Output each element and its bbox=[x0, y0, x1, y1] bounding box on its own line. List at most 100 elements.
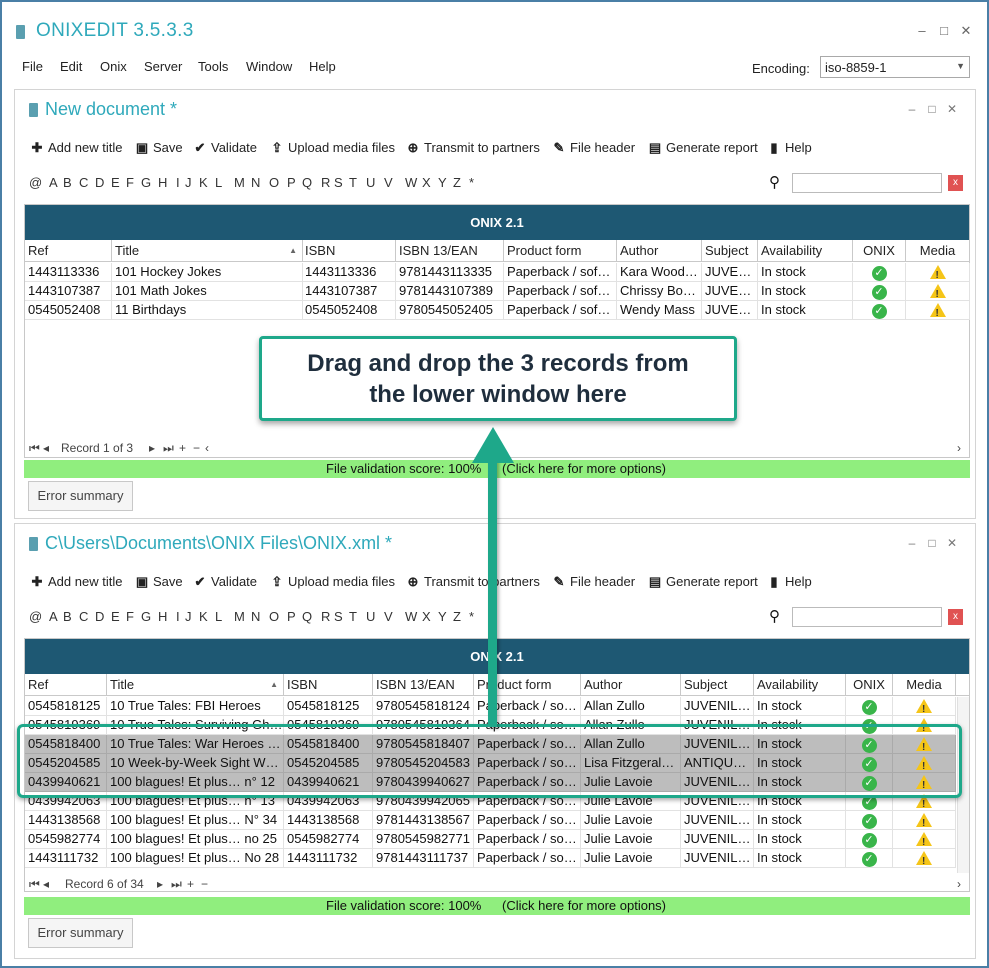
column-header-subject[interactable]: Subject bbox=[702, 240, 758, 262]
column-header-availability[interactable]: Availability bbox=[758, 240, 853, 262]
remove-record-icon[interactable]: − bbox=[201, 877, 208, 891]
close-icon[interactable]: ✕ bbox=[959, 24, 973, 38]
letter-filter[interactable]: T bbox=[349, 609, 357, 624]
letter-filter[interactable]: O bbox=[269, 609, 279, 624]
minimize-icon[interactable]: – bbox=[905, 536, 919, 550]
letter-filter[interactable]: B bbox=[63, 609, 72, 624]
validate-button[interactable]: ✔ Validate bbox=[192, 574, 257, 590]
generate-report-button[interactable]: ▤ Generate report bbox=[647, 140, 758, 156]
last-record-icon[interactable]: ⏭ bbox=[171, 877, 182, 892]
letter-filter[interactable]: G bbox=[141, 609, 151, 624]
letter-filter[interactable]: S bbox=[334, 175, 343, 190]
add-new-title-button[interactable]: ✚ Add new title bbox=[29, 140, 123, 156]
column-header-isbn-13-ean[interactable]: ISBN 13/EAN bbox=[373, 674, 474, 696]
letter-filter[interactable]: H bbox=[158, 175, 167, 190]
letter-filter[interactable]: O bbox=[269, 175, 279, 190]
letter-filter[interactable]: W bbox=[405, 175, 417, 190]
letter-filter[interactable]: E bbox=[111, 175, 120, 190]
letter-filter[interactable]: * bbox=[469, 175, 474, 190]
close-icon[interactable]: ✕ bbox=[945, 536, 959, 550]
close-icon[interactable]: ✕ bbox=[945, 102, 959, 116]
next-record-icon[interactable]: ▸ bbox=[149, 441, 155, 455]
column-header-ref[interactable]: Ref bbox=[25, 240, 112, 262]
letter-filter[interactable]: A bbox=[49, 175, 58, 190]
first-record-icon[interactable]: ⏮ bbox=[29, 441, 40, 456]
letter-filter[interactable]: B bbox=[63, 175, 72, 190]
save-button[interactable]: ▣ Save bbox=[134, 574, 183, 590]
letter-filter[interactable]: L bbox=[215, 609, 222, 624]
letter-filter[interactable]: P bbox=[287, 609, 296, 624]
letter-filter[interactable]: Z bbox=[453, 175, 461, 190]
file-header-button[interactable]: ✎ File header bbox=[551, 140, 636, 156]
help-button[interactable]: ▮ Help bbox=[766, 574, 811, 590]
column-header-onix[interactable]: ONIX bbox=[846, 674, 893, 696]
minimize-icon[interactable]: – bbox=[905, 102, 919, 116]
first-record-icon[interactable]: ⏮ bbox=[29, 877, 40, 892]
letter-filter[interactable]: T bbox=[349, 175, 357, 190]
validation-bar[interactable]: File validation score: 100% (Click here … bbox=[24, 897, 970, 915]
menu-server[interactable]: Server bbox=[144, 59, 182, 74]
upload-media-button[interactable]: ⇪ Upload media files bbox=[269, 140, 395, 156]
letter-filter[interactable]: I bbox=[176, 609, 180, 624]
transmit-button[interactable]: ⊕ Transmit to partners bbox=[405, 574, 540, 590]
last-record-icon[interactable]: ⏭ bbox=[163, 441, 174, 456]
letter-filter[interactable]: K bbox=[199, 175, 208, 190]
maximize-icon[interactable]: □ bbox=[937, 24, 951, 38]
validation-link[interactable]: (Click here for more options) bbox=[502, 460, 666, 478]
add-record-icon[interactable]: + bbox=[179, 441, 186, 455]
letter-filter[interactable]: Y bbox=[438, 175, 447, 190]
letter-filter[interactable]: M bbox=[234, 175, 245, 190]
letter-filter[interactable]: M bbox=[234, 609, 245, 624]
letter-filter[interactable]: Z bbox=[453, 609, 461, 624]
letter-filter[interactable]: N bbox=[251, 609, 260, 624]
letter-filter[interactable]: @ bbox=[29, 609, 42, 624]
letter-filter[interactable]: A bbox=[49, 609, 58, 624]
generate-report-button[interactable]: ▤ Generate report bbox=[647, 574, 758, 590]
letter-filter[interactable]: R bbox=[321, 609, 330, 624]
scroll-right-icon[interactable]: › bbox=[957, 877, 961, 891]
letter-filter[interactable]: I bbox=[176, 175, 180, 190]
column-header-product-form[interactable]: Product form bbox=[504, 240, 617, 262]
maximize-icon[interactable]: □ bbox=[925, 102, 939, 116]
letter-filter[interactable]: U bbox=[366, 175, 375, 190]
letter-filter[interactable]: J bbox=[185, 609, 192, 624]
column-header-isbn-13-ean[interactable]: ISBN 13/EAN bbox=[396, 240, 504, 262]
column-header-availability[interactable]: Availability bbox=[754, 674, 846, 696]
clear-search-button[interactable]: x bbox=[948, 175, 963, 191]
column-header-subject[interactable]: Subject bbox=[681, 674, 754, 696]
scroll-left-icon[interactable]: ‹ bbox=[205, 441, 209, 455]
letter-filter[interactable]: E bbox=[111, 609, 120, 624]
letter-filter[interactable]: Q bbox=[302, 175, 312, 190]
search-input[interactable] bbox=[792, 607, 942, 627]
validation-link[interactable]: (Click here for more options) bbox=[502, 897, 666, 915]
letter-filter[interactable]: N bbox=[251, 175, 260, 190]
letter-filter[interactable]: L bbox=[215, 175, 222, 190]
next-record-icon[interactable]: ▸ bbox=[157, 877, 163, 891]
transmit-button[interactable]: ⊕ Transmit to partners bbox=[405, 140, 540, 156]
scroll-right-icon[interactable]: › bbox=[957, 441, 961, 455]
letter-filter[interactable]: D bbox=[95, 175, 104, 190]
minimize-icon[interactable]: – bbox=[915, 24, 929, 38]
letter-filter[interactable]: Q bbox=[302, 609, 312, 624]
error-summary-button[interactable]: Error summary bbox=[28, 481, 133, 511]
letter-filter[interactable]: @ bbox=[29, 175, 42, 190]
prev-record-icon[interactable]: ◂ bbox=[43, 441, 49, 455]
save-button[interactable]: ▣ Save bbox=[134, 140, 183, 156]
column-header-media[interactable]: Media bbox=[893, 674, 956, 696]
letter-filter[interactable]: K bbox=[199, 609, 208, 624]
add-new-title-button[interactable]: ✚ Add new title bbox=[29, 574, 123, 590]
column-header-media[interactable]: Media bbox=[906, 240, 970, 262]
menu-tools[interactable]: Tools bbox=[198, 59, 228, 74]
column-header-author[interactable]: Author bbox=[617, 240, 702, 262]
letter-filter[interactable]: C bbox=[79, 175, 88, 190]
validate-button[interactable]: ✔ Validate bbox=[192, 140, 257, 156]
letter-filter[interactable]: S bbox=[334, 609, 343, 624]
error-summary-button[interactable]: Error summary bbox=[28, 918, 133, 948]
upload-media-button[interactable]: ⇪ Upload media files bbox=[269, 574, 395, 590]
column-header-isbn[interactable]: ISBN bbox=[284, 674, 373, 696]
help-button[interactable]: ▮ Help bbox=[766, 140, 811, 156]
letter-filter[interactable]: V bbox=[384, 175, 393, 190]
letter-filter[interactable]: F bbox=[126, 175, 134, 190]
letter-filter[interactable]: G bbox=[141, 175, 151, 190]
column-header-isbn[interactable]: ISBN bbox=[302, 240, 396, 262]
